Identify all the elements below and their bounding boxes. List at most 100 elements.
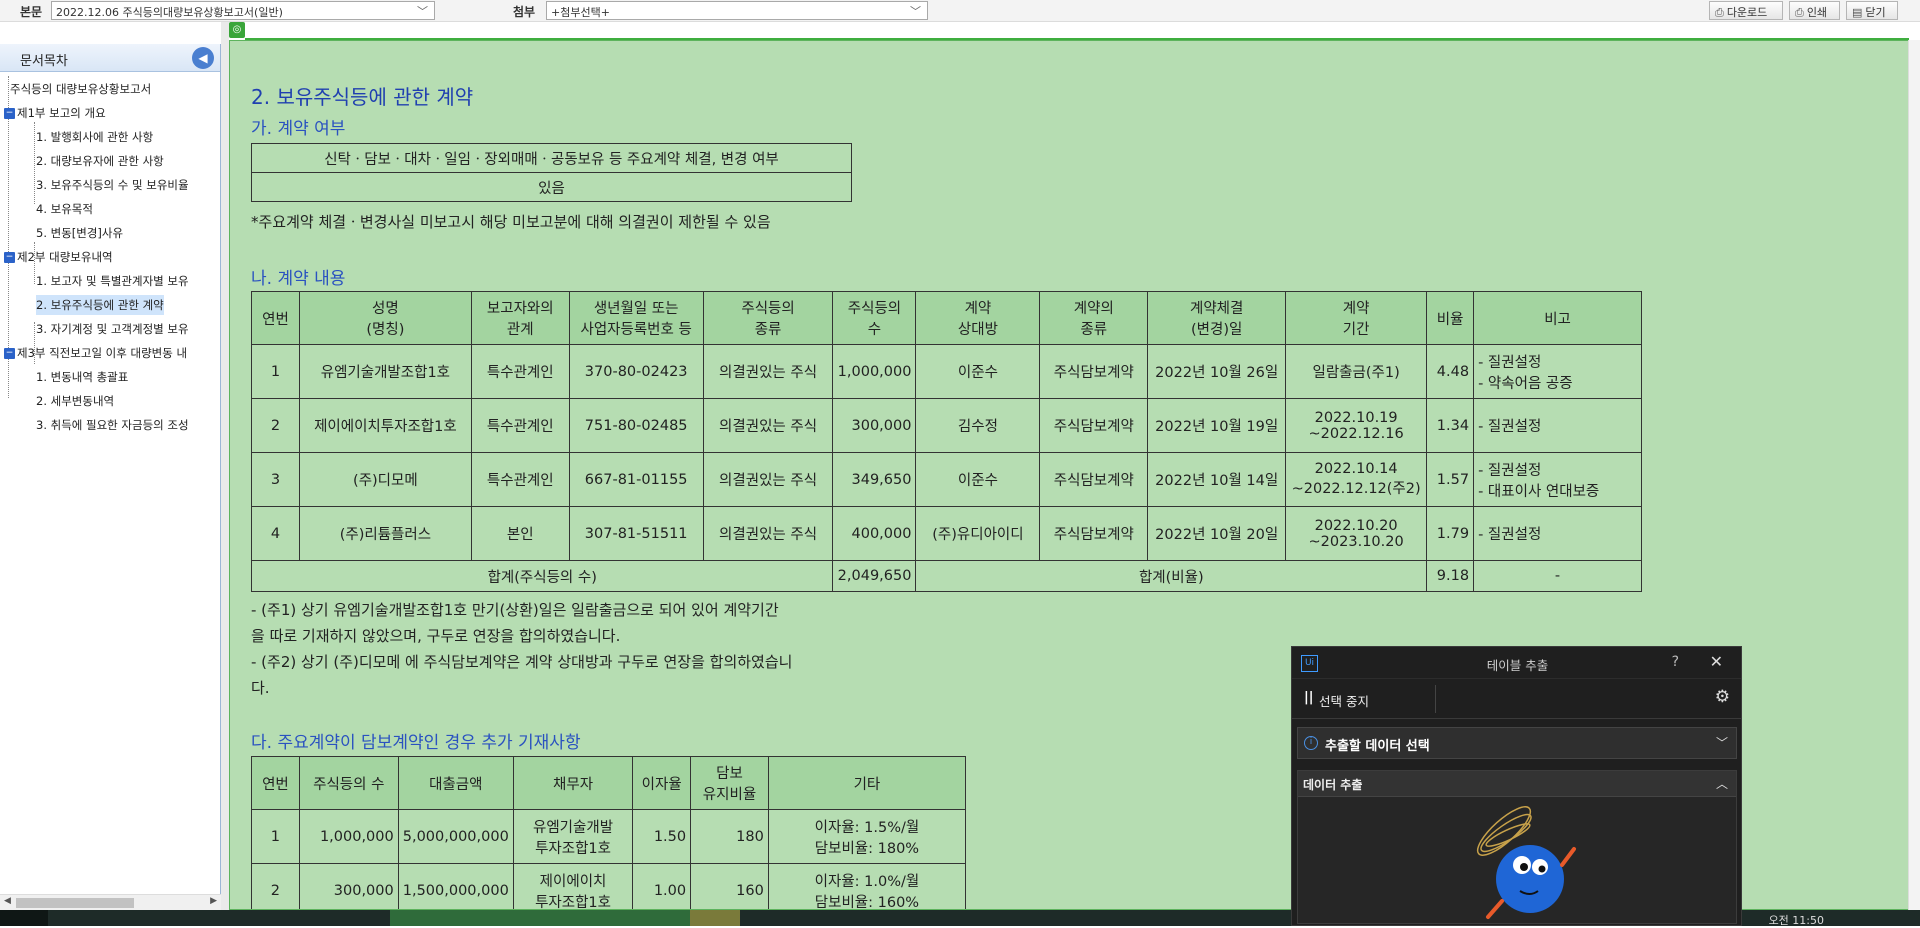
col-header: 계약의 종류 <box>1039 291 1149 345</box>
toc-item-3-3[interactable]: 3. 취득에 필요한 자금등의 조성 <box>36 415 189 435</box>
table-cell: 2022.10.19 ~2022.12.16 <box>1285 398 1428 453</box>
toc-tree: 주식등의 대량보유상황보고서 − 제1부 보고의 개요 1. 발행회사에 관한 사… <box>0 72 220 432</box>
toc-title: 문서목차 <box>20 54 68 69</box>
scroll-thumb[interactable] <box>16 898 134 908</box>
data-select-dropdown[interactable]: i 추출할 데이터 선택 ﹀ <box>1297 727 1737 759</box>
table-cell: 주식담보계약 <box>1039 506 1149 561</box>
table-cell: 합계(주식등의 수) <box>250 560 834 592</box>
toc-item-2-3[interactable]: 3. 자기계정 및 고객계정별 보유 <box>36 319 189 339</box>
collapse-box-icon[interactable]: − <box>4 108 15 119</box>
table-cell: 2022.10.14 ~2022.12.12(주2) <box>1285 452 1428 507</box>
toc-item-1-2[interactable]: 2. 대량보유자에 관한 사항 <box>36 151 164 171</box>
attach-select-value: +첨부선택+ <box>551 6 610 19</box>
col-header: 계약 상대방 <box>915 291 1041 345</box>
toc-item-2-1[interactable]: 1. 보고자 및 특별관계자별 보유 <box>36 271 189 291</box>
toc-horizontal-scrollbar[interactable]: ◀ ▶ <box>0 894 221 910</box>
col-header: 담보 유지비율 <box>690 756 769 810</box>
main-doc-select[interactable]: 2022.12.06 주식등의대량보유상황보고서(일반) ﹀ <box>51 1 435 20</box>
table-cell: 주식담보계약 <box>1039 344 1149 399</box>
taskbar-start[interactable] <box>0 910 48 926</box>
panel-titlebar: Ui 테이블 추출 ? ✕ <box>1292 647 1741 679</box>
help-icon[interactable]: ? <box>1672 654 1679 670</box>
stop-selection-button[interactable]: 선택 중지 <box>1319 691 1369 710</box>
table-cell: 제이에이치투자조합1호 <box>298 398 472 453</box>
col-header: 주식등의 수 <box>832 291 917 345</box>
download-label: 다운로드 <box>1726 6 1768 19</box>
taskbar-app[interactable] <box>690 910 740 926</box>
col-header: 이자율 <box>632 756 692 810</box>
print-button[interactable]: ⎙ 인쇄 <box>1789 1 1840 20</box>
scroll-left-icon[interactable]: ◀ <box>4 896 11 906</box>
table-cell: 300,000 <box>298 863 399 909</box>
table-cell: 9.18 <box>1426 560 1475 592</box>
collapse-left-icon[interactable]: ◀ <box>192 47 214 69</box>
toc-item-1-4[interactable]: 4. 보유목적 <box>36 199 93 219</box>
toc-item-1-1[interactable]: 1. 발행회사에 관한 사항 <box>36 127 153 147</box>
table-row: 3 (주)디모메 특수관계인 667-81-01155 의결권있는 주식 349… <box>251 452 1642 507</box>
table-cell: 제이에이치투자조합1호 <box>512 863 634 909</box>
col-header: 비고 <box>1473 291 1642 345</box>
section-title: 2. 보유주식등에 관한 계약 <box>251 85 474 109</box>
toc-item-3-1[interactable]: 1. 변동내역 총괄표 <box>36 367 128 387</box>
collateral-table: 연번 주식등의 수 대출금액 채무자 이자율 담보 유지비율 기타 1 1,000… <box>251 756 967 909</box>
table-cell: 합계(비율) <box>915 560 1428 592</box>
toc-item-root[interactable]: 주식등의 대량보유상황보고서 <box>10 79 151 99</box>
footnote-2b: 다. <box>251 679 270 697</box>
taskbar-app[interactable] <box>390 910 690 926</box>
table-cell: 이준수 <box>915 344 1041 399</box>
table-cell: 주식담보계약 <box>1039 398 1149 453</box>
table-cell: (주)디모메 <box>298 452 472 507</box>
divider <box>1435 685 1436 713</box>
col-header: 채무자 <box>512 756 634 810</box>
table-cell: 특수관계인 <box>470 344 570 399</box>
table-cell: 400,000 <box>832 506 917 561</box>
table-cell: 2,049,650 <box>832 560 917 592</box>
toc-item-3-2[interactable]: 2. 세부변동내역 <box>36 391 114 411</box>
footnote-2a: - (주2) 상기 (주)디모메 에 주식담보계약은 계약 상대방과 구두로 연… <box>251 653 793 671</box>
toc-item-part3[interactable]: − 제3부 직전보고일 이후 대량변동 내 <box>4 343 187 363</box>
table-cell: 1.00 <box>632 863 692 909</box>
table-row: 2 제이에이치투자조합1호 특수관계인 751-80-02485 의결권있는 주… <box>251 398 1642 453</box>
extract-section-header[interactable]: 데이터 추출 ︿ <box>1298 771 1736 797</box>
toc-item-2-2[interactable]: 2. 보유주식등에 관한 계약 <box>36 295 164 315</box>
col-header: 성명 (명칭) <box>298 291 472 345</box>
col-header: 비율 <box>1426 291 1475 345</box>
col-header: 대출금액 <box>397 756 514 810</box>
download-button[interactable]: ⎙ 다운로드 <box>1709 1 1783 20</box>
table-cell: 1.50 <box>632 809 692 864</box>
col-header: 연번 <box>251 291 300 345</box>
contract-existence-table: 신탁ㆍ담보ㆍ대차ㆍ일임ㆍ장외매매ㆍ공동보유 등 주요계약 체결, 변경 여부 있… <box>251 143 852 202</box>
close-doc-button[interactable]: ▤ 닫기 <box>1846 1 1898 20</box>
table-cell: 370-80-02423 <box>568 344 704 399</box>
table-cell: 2 <box>251 398 300 453</box>
subsection-c-title: 다. 주요계약이 담보계약인 경우 추가 기재사항 <box>251 733 581 753</box>
data-select-label: 추출할 데이터 선택 <box>1325 739 1430 754</box>
toc-panel: 문서목차 ◀ 주식등의 대량보유상황보고서 − 제1부 보고의 개요 1. 발행회… <box>0 44 221 910</box>
pause-icon[interactable]: || <box>1304 690 1314 705</box>
toc-item-1-5[interactable]: 5. 변동[변경]사유 <box>36 223 123 243</box>
toc-item-part2[interactable]: − 제2부 대량보유내역 <box>4 247 113 267</box>
target-icon[interactable]: ◎ <box>229 22 245 38</box>
table-cell: 주식담보계약 <box>1039 452 1149 507</box>
collapse-box-icon[interactable]: − <box>4 348 15 359</box>
toc-item-part1[interactable]: − 제1부 보고의 개요 <box>4 103 106 123</box>
printer-icon: ⎙ <box>1795 6 1804 19</box>
collapse-box-icon[interactable]: − <box>4 252 15 263</box>
gear-icon[interactable]: ⚙ <box>1715 687 1730 707</box>
table-cell: (주)리튬플러스 <box>298 506 472 561</box>
panel-splitter[interactable] <box>221 22 229 910</box>
scroll-right-icon[interactable]: ▶ <box>210 896 217 906</box>
chevron-down-icon[interactable]: ﹀ <box>1716 734 1728 751</box>
document-vertical-scrollbar[interactable] <box>1908 40 1920 910</box>
subsection-a-title: 가. 계약 여부 <box>251 119 346 139</box>
close-icon[interactable]: ✕ <box>1710 652 1723 671</box>
table-cell: 1.79 <box>1426 506 1475 561</box>
table-cell: 특수관계인 <box>470 398 570 453</box>
attach-select[interactable]: +첨부선택+ ﹀ <box>546 1 928 20</box>
table-cell: 1,000,000 <box>832 344 917 399</box>
toc-item-1-3[interactable]: 3. 보유주식등의 수 및 보유비율 <box>36 175 189 195</box>
chevron-up-icon[interactable]: ︿ <box>1716 775 1728 792</box>
table-row: 1 유엠기술개발조합1호 특수관계인 370-80-02423 의결권있는 주식… <box>251 344 1642 399</box>
table-cell: - 질권설정 - 약속어음 공증 <box>1473 344 1642 399</box>
table-cell: 의결권있는 주식 <box>702 344 834 399</box>
